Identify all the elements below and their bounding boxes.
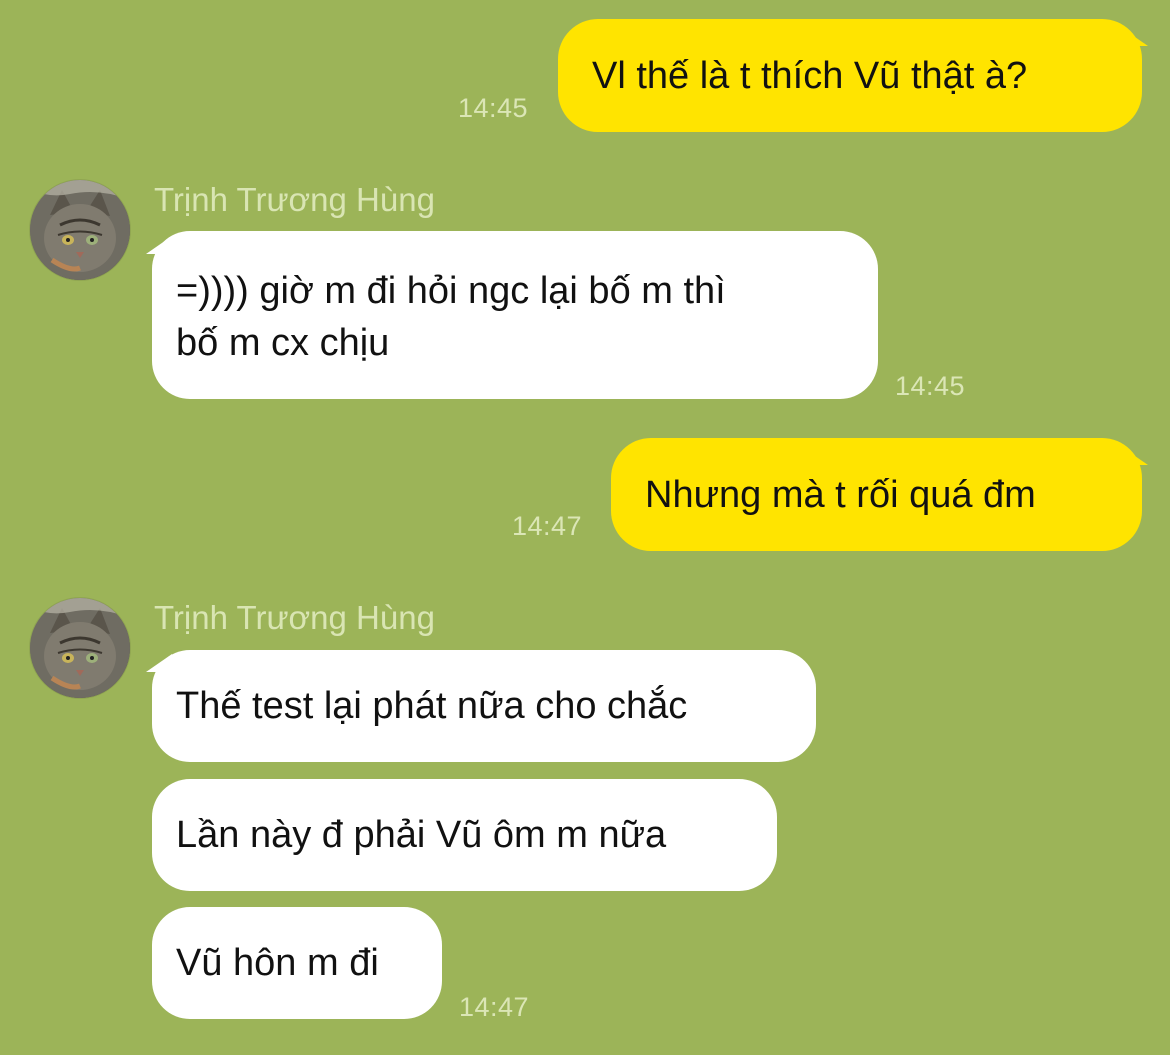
sender-name: Trịnh Trương Hùng	[154, 599, 435, 636]
outgoing-message-bubble[interactable]: Vl thế là t thích Vũ thật à?	[558, 19, 1142, 132]
message-timestamp: 14:45	[895, 371, 966, 401]
cat-avatar-icon[interactable]	[30, 598, 130, 698]
message-text: Thế test lại phát nữa cho chắc	[176, 685, 688, 727]
message-text: Lần này đ phải Vũ ôm m nữa	[176, 814, 667, 856]
message-timestamp: 14:47	[512, 511, 583, 541]
message-text-line: =)))) giờ m đi hỏi ngc lại bố m thì	[176, 270, 726, 312]
outgoing-message-bubble[interactable]: Nhưng mà t rối quá đm	[611, 438, 1142, 551]
message-text-line: bố m cx chịu	[176, 322, 390, 364]
incoming-message-bubble[interactable]: Lần này đ phải Vũ ôm m nữa	[152, 779, 777, 891]
message-text: Nhưng mà t rối quá đm	[645, 473, 1036, 516]
message-timestamp: 14:47	[459, 992, 530, 1022]
message-timestamp: 14:45	[458, 93, 529, 123]
incoming-message-bubble[interactable]: Thế test lại phát nữa cho chắc	[152, 650, 816, 762]
cat-avatar-icon[interactable]	[30, 180, 130, 280]
sender-name: Trịnh Trương Hùng	[154, 181, 435, 218]
message-text: Vl thế là t thích Vũ thật à?	[592, 54, 1028, 97]
message-text: Vũ hôn m đi	[176, 942, 379, 984]
incoming-message-bubble[interactable]: =)))) giờ m đi hỏi ngc lại bố m thì bố m…	[152, 231, 878, 399]
incoming-message-bubble[interactable]: Vũ hôn m đi	[152, 907, 442, 1019]
